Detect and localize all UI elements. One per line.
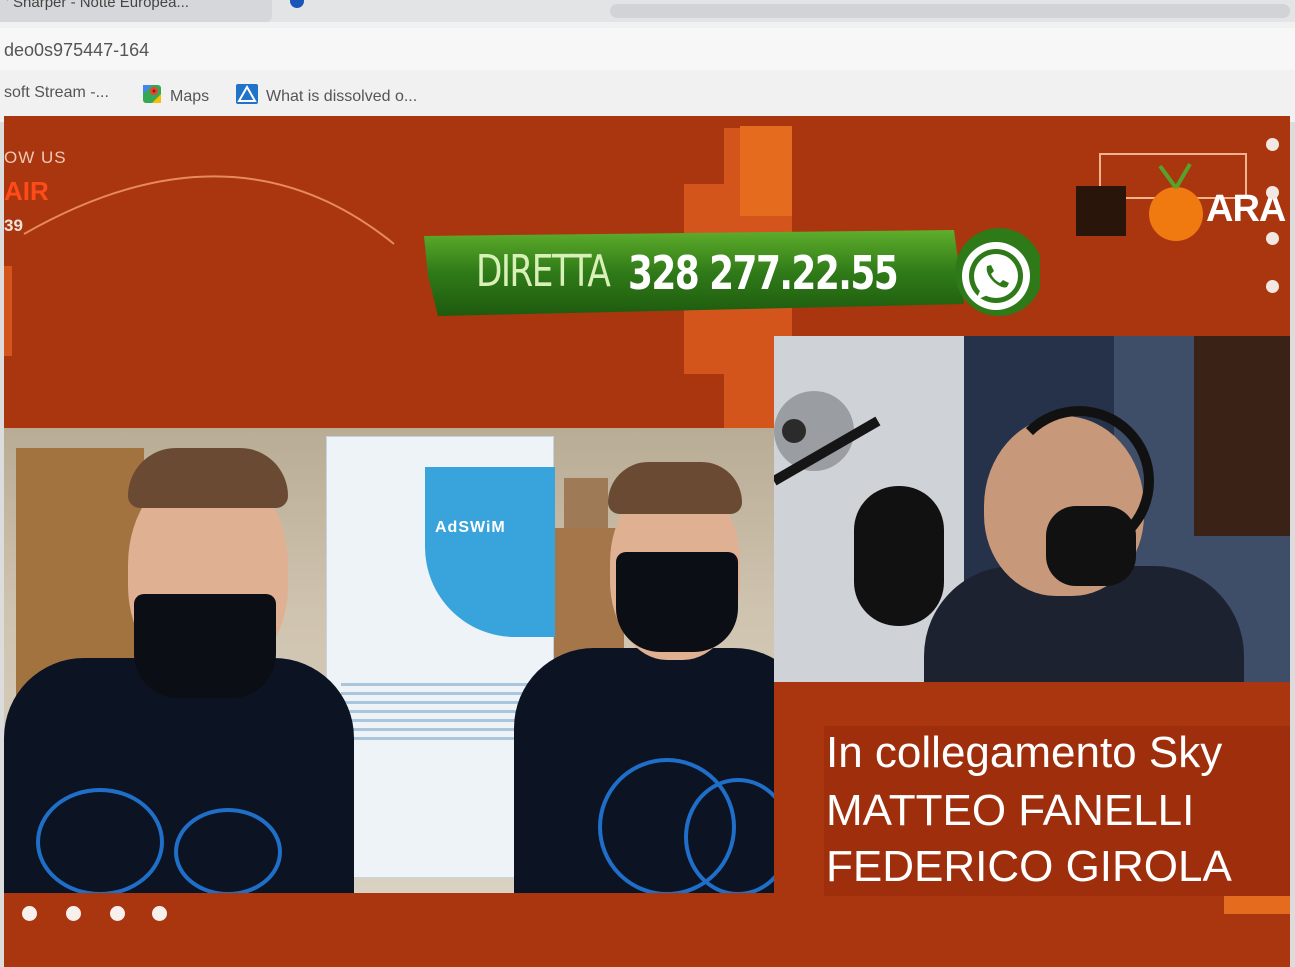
- follow-us-label: OW US: [4, 148, 67, 167]
- decor-dot: [1266, 186, 1279, 199]
- url-text[interactable]: deo0s975447-164: [4, 40, 149, 61]
- banner-phone-number: 328 277.22.55: [628, 246, 899, 300]
- caption-line-2: MATTEO FANELLI: [826, 786, 1195, 835]
- tab-strip: ' Sharper - Notte Europea...: [0, 0, 1295, 22]
- bookmarks-bar: soft Stream -... Maps What is dissolved …: [0, 72, 1295, 118]
- browser-tab[interactable]: ' Sharper - Notte Europea...: [0, 0, 272, 22]
- tab-title: ' Sharper - Notte Europea...: [6, 0, 189, 11]
- triangle-logo-icon: [236, 84, 258, 109]
- bookmark-label: soft Stream -...: [4, 84, 109, 101]
- station-logo: ARA: [1076, 152, 1290, 252]
- poster-graphic: [425, 467, 555, 637]
- decor-dot: [1266, 232, 1279, 245]
- address-bar[interactable]: deo0s975447-164: [0, 28, 1295, 70]
- poster-title: AdSWiM: [435, 519, 506, 536]
- decor-block: [740, 126, 792, 216]
- decor-dot: [152, 906, 167, 921]
- decor-block: [4, 266, 12, 356]
- browser-tab-inactive[interactable]: [610, 4, 1290, 18]
- banner-text: DIRETTA 328 277.22.55: [476, 246, 899, 300]
- decor-dot: [22, 906, 37, 921]
- decor-dot: [1266, 138, 1279, 151]
- tab-loading-icon: [290, 0, 304, 8]
- studio-poster: [1194, 336, 1290, 536]
- guest-video-panel: AdSWiM: [4, 428, 774, 893]
- decor-dot: [1266, 280, 1279, 293]
- studio-video-panel: [774, 336, 1290, 682]
- bookmark-dissolved[interactable]: What is dissolved o...: [236, 84, 417, 109]
- decor-dot: [110, 906, 125, 921]
- poster-text-lines: [341, 677, 531, 746]
- bookmark-maps[interactable]: Maps: [142, 84, 209, 109]
- caption-line-3: FEDERICO GIROLA: [826, 842, 1232, 891]
- maps-icon: [142, 84, 162, 109]
- video-stream[interactable]: OW US AIR 39 DIRETTA 328 277.22.55 ARA A…: [4, 116, 1290, 967]
- bookmark-label: Maps: [170, 87, 210, 105]
- banner-label: DIRETTA: [476, 246, 611, 297]
- microphone-icon: [854, 486, 944, 626]
- browser-chrome: ' Sharper - Notte Europea... deo0s975447…: [0, 0, 1295, 122]
- on-air-label: AIR: [4, 176, 49, 206]
- bookmark-label: What is dissolved o...: [266, 87, 418, 105]
- channel-number: 39: [4, 216, 23, 235]
- bookmark-stream[interactable]: soft Stream -...: [4, 84, 109, 102]
- shelf-item: [564, 478, 608, 528]
- decor-dot: [66, 906, 81, 921]
- caption-line-1: In collegamento Sky: [826, 728, 1223, 777]
- whatsapp-icon: [954, 234, 1038, 323]
- decor-arc: [23, 175, 395, 245]
- headphones-icon: [1046, 506, 1136, 586]
